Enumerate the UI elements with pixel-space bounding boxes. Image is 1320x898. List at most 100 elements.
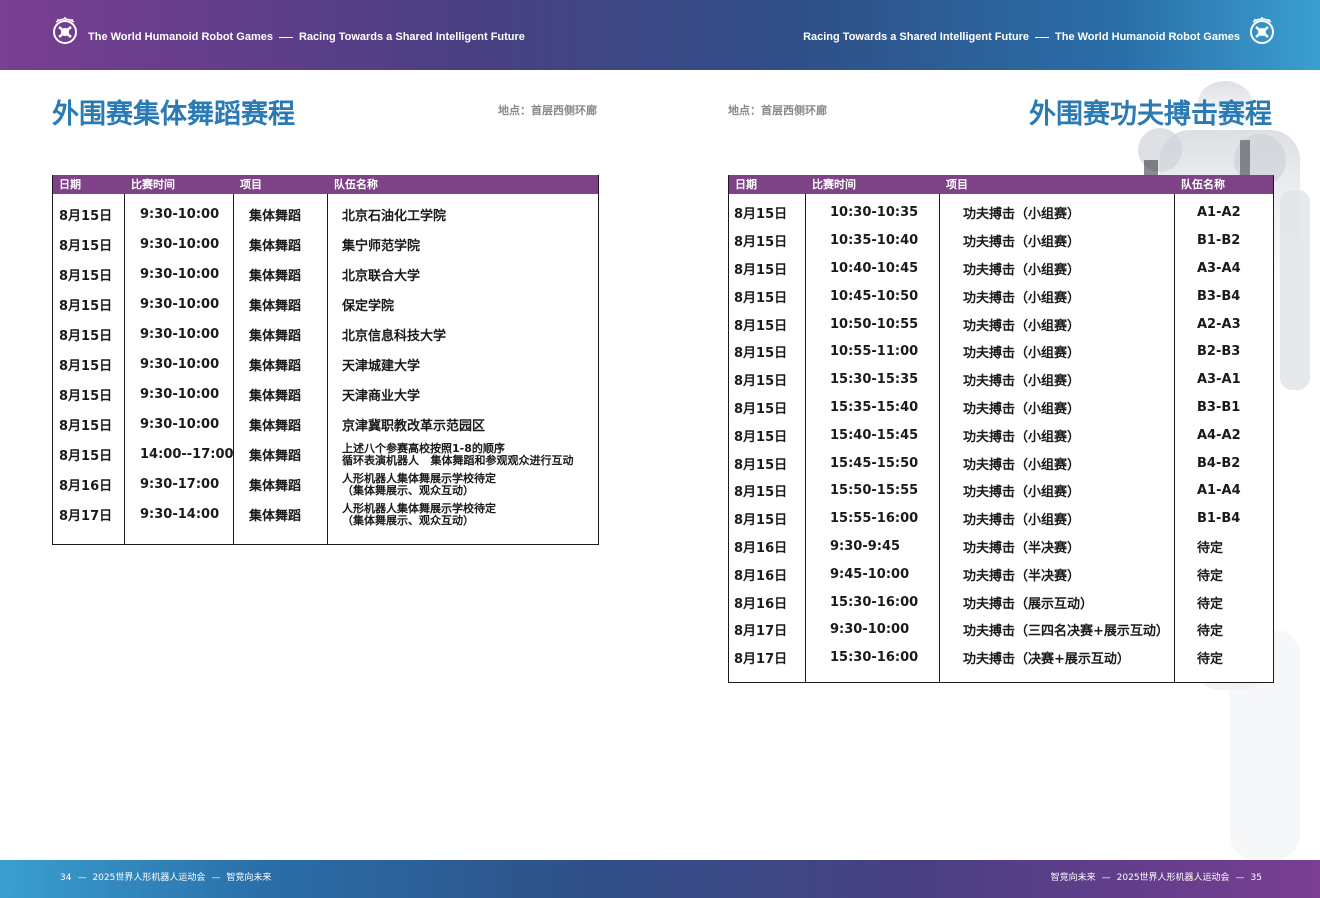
table-cell-date: 8月15日 — [734, 346, 788, 362]
column-header-team: 队伍名称 — [334, 178, 378, 191]
time-column: 9:30-10:00 9:30-10:00 9:30-10:00 9:30-10:00… — [125, 194, 234, 544]
table-cell-team: B1-B2 — [1197, 233, 1241, 249]
table-cell-date: 8月17日 — [734, 652, 788, 668]
table-cell-time: 9:45-10:00 — [830, 566, 910, 582]
table-cell-date: 8月17日 — [734, 624, 788, 640]
table-cell-team: A3-A4 — [1197, 260, 1241, 276]
table-cell-event: 集体舞蹈 — [249, 449, 302, 465]
table-cell-event: 功夫搏击（半决赛） — [963, 568, 1081, 584]
kungfu-schedule-table: 日期 比赛时间 项目 队伍名称 8月15日 8月15日 8月15日 8月15日 8月15… — [728, 175, 1274, 683]
table-cell-date: 8月16日 — [734, 540, 788, 556]
table-cell-time: 15:50-15:55 — [830, 483, 919, 499]
header-right-text: Racing Towards a Shared Intelligent Futu… — [803, 31, 1240, 43]
table-cell-team: 天津商业大学 — [342, 389, 421, 405]
table-cell-team: 待定 — [1197, 652, 1224, 668]
table-cell-time: 9:30-10:00 — [140, 266, 220, 282]
table-cell-event: 功夫搏击（小组赛） — [963, 262, 1081, 278]
table-header-row: 日期 比赛时间 项目 队伍名称 — [53, 175, 598, 194]
table-cell-event: 功夫搏击（三四名决赛+展示互动） — [963, 624, 1169, 640]
table-cell-date: 8月15日 — [734, 429, 788, 445]
table-cell-team: B4-B2 — [1197, 455, 1241, 471]
table-cell-event: 集体舞蹈 — [249, 238, 302, 254]
table-cell-team: B3-B4 — [1197, 288, 1241, 304]
table-cell-team: 北京联合大学 — [342, 268, 421, 284]
games-logo-icon — [1250, 17, 1274, 44]
table-cell-date: 8月15日 — [59, 208, 113, 224]
table-cell-time: 9:30-10:00 — [140, 236, 220, 252]
table-cell-date: 8月15日 — [734, 318, 788, 334]
table-cell-date: 8月15日 — [734, 513, 788, 529]
table-cell-event: 集体舞蹈 — [249, 479, 302, 495]
table-cell-team: B3-B1 — [1197, 399, 1241, 415]
table-cell-date: 8月15日 — [734, 401, 788, 417]
right-page-location: 地点：首层西侧环廊 — [728, 104, 827, 117]
table-cell-event: 功夫搏击（小组赛） — [963, 290, 1081, 306]
table-cell-date: 8月15日 — [734, 457, 788, 473]
footer-slogan: 智竞向未来 — [1050, 873, 1096, 883]
table-cell-team: B2-B3 — [1197, 344, 1241, 360]
table-cell-team: 人形机器人集体舞展示学校待定 （集体舞展示、观众互动） — [342, 501, 496, 527]
event-column: 功夫搏击（小组赛） 功夫搏击（小组赛） 功夫搏击（小组赛） 功夫搏击（小组赛） 功夫搏击… — [940, 194, 1175, 682]
table-cell-event: 集体舞蹈 — [249, 298, 302, 314]
table-cell-team: 上述八个参赛高校按照1-8的顺序 循环表演机器人 集体舞蹈和参观观众进行互动 — [342, 441, 574, 467]
column-header-date: 日期 — [735, 178, 757, 191]
table-body: 8月15日 8月15日 8月15日 8月15日 8月15日 8月15日 8月15日 8月15日… — [729, 194, 1273, 682]
table-cell-time: 15:45-15:50 — [830, 455, 919, 471]
right-page-title: 外围赛功夫搏击赛程 — [1029, 99, 1272, 130]
table-cell-date: 8月15日 — [59, 419, 113, 435]
table-cell-team: A3-A1 — [1197, 372, 1241, 388]
header-slogan: Racing Towards a Shared Intelligent Futu… — [298, 31, 525, 43]
table-cell-event: 功夫搏击（小组赛） — [963, 346, 1081, 362]
table-cell-date: 8月15日 — [59, 449, 113, 465]
table-cell-date: 8月15日 — [59, 389, 113, 405]
table-cell-event: 功夫搏击（小组赛） — [963, 429, 1081, 445]
footer-event-name: 2025世界人形机器人运动会 — [92, 873, 206, 883]
table-cell-team: 待定 — [1197, 540, 1224, 556]
table-cell-date: 8月15日 — [734, 290, 788, 306]
header-slogan: Racing Towards a Shared Intelligent Futu… — [803, 31, 1030, 43]
table-cell-event: 功夫搏击（决赛+展示互动） — [963, 652, 1130, 668]
table-cell-event: 功夫搏击（小组赛） — [963, 374, 1081, 390]
table-cell-date: 8月15日 — [734, 207, 788, 223]
footer-event-name: 2025世界人形机器人运动会 — [1116, 873, 1230, 883]
date-column: 8月15日 8月15日 8月15日 8月15日 8月15日 8月15日 8月15日 8月15日… — [53, 194, 125, 544]
table-cell-team: 北京石油化工学院 — [342, 208, 447, 224]
column-header-time: 比赛时间 — [812, 178, 856, 191]
table-cell-time: 9:30-14:00 — [140, 507, 220, 523]
table-cell-time: 9:30-10:00 — [140, 206, 220, 222]
table-cell-event: 功夫搏击（半决赛） — [963, 540, 1081, 556]
left-page-location: 地点：首层西侧环廊 — [498, 104, 597, 117]
table-cell-event: 功夫搏击（小组赛） — [963, 457, 1081, 473]
table-cell-team: 北京信息科技大学 — [342, 328, 447, 344]
table-cell-time: 9:30-10:00 — [140, 357, 220, 373]
table-cell-team: 天津城建大学 — [342, 359, 421, 375]
table-cell-date: 8月15日 — [734, 262, 788, 278]
table-cell-event: 集体舞蹈 — [249, 389, 302, 405]
table-cell-team: A2-A3 — [1197, 316, 1241, 332]
table-cell-time: 9:30-10:00 — [830, 622, 910, 638]
table-cell-event: 功夫搏击（小组赛） — [963, 318, 1081, 334]
table-cell-time: 15:35-15:40 — [830, 399, 919, 415]
table-cell-date: 8月16日 — [59, 479, 113, 495]
table-cell-team: 待定 — [1197, 596, 1224, 612]
footer-slogan: 智竞向未来 — [226, 873, 272, 883]
event-column: 集体舞蹈 集体舞蹈 集体舞蹈 集体舞蹈 集体舞蹈 集体舞蹈 集体舞蹈 集体舞蹈 集体舞蹈 集体舞蹈… — [234, 194, 328, 544]
table-cell-time: 9:30-10:00 — [140, 296, 220, 312]
table-cell-team: 京津冀职教改革示范园区 — [342, 419, 486, 435]
table-cell-time: 9:30-10:00 — [140, 326, 220, 342]
table-cell-event: 功夫搏击（小组赛） — [963, 485, 1081, 501]
left-page-title: 外围赛集体舞蹈赛程 — [52, 99, 295, 130]
table-cell-time: 15:30-16:00 — [830, 650, 919, 666]
table-cell-team: A1-A2 — [1197, 205, 1241, 221]
table-cell-event: 集体舞蹈 — [249, 268, 302, 284]
table-cell-date: 8月15日 — [734, 374, 788, 390]
table-cell-event: 功夫搏击（小组赛） — [963, 513, 1081, 529]
table-cell-time: 9:30-17:00 — [140, 477, 220, 493]
table-cell-time: 15:30-16:00 — [830, 594, 919, 610]
games-logo-icon — [53, 17, 77, 44]
group-dance-schedule-table: 日期 比赛时间 项目 队伍名称 8月15日 8月15日 8月15日 8月15日 8月15… — [52, 175, 599, 545]
table-cell-time: 10:30-10:35 — [830, 205, 919, 221]
table-cell-time: 10:45-10:50 — [830, 288, 919, 304]
table-cell-event: 功夫搏击（展示互动） — [963, 596, 1094, 612]
table-cell-time: 10:35-10:40 — [830, 233, 919, 249]
